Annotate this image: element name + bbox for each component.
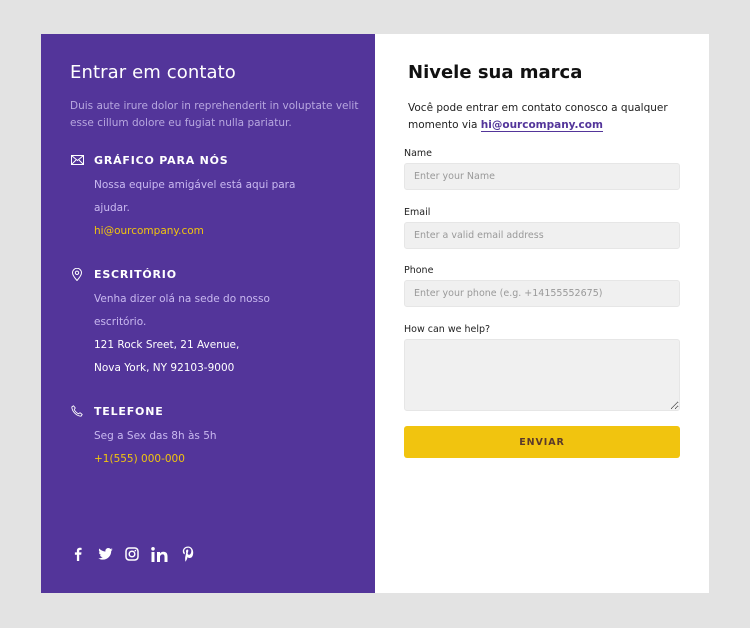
contact-form-panel: Nivele sua marca Você pode entrar em con…	[375, 34, 709, 593]
contact-panel-title: Entrar em contato	[70, 62, 236, 83]
form-title: Nivele sua marca	[408, 62, 583, 83]
section-email-text-2: ajudar.	[94, 202, 130, 214]
section-phone-hours: Seg a Sex das 8h às 5h	[94, 430, 217, 442]
form-intro-email-link[interactable]: hi@ourcompany.com	[480, 119, 603, 132]
phone-label: Phone	[404, 265, 434, 276]
contact-panel-intro: Duis aute irure dolor in reprehenderit i…	[70, 100, 359, 129]
twitter-icon[interactable]	[97, 546, 113, 562]
contact-phone-link[interactable]: +1(555) 000-000	[94, 448, 217, 471]
email-input[interactable]	[404, 222, 680, 249]
message-field-group: How can we help?	[404, 324, 680, 415]
section-email: GRÁFICO PARA NÓS Nossa equipe amigável e…	[70, 152, 295, 243]
section-office-text: Venha dizer olá na sede do nosso	[94, 293, 270, 305]
social-links	[70, 546, 196, 562]
message-textarea[interactable]	[404, 339, 680, 411]
facebook-icon[interactable]	[70, 546, 86, 562]
section-office-label: ESCRITÓRIO	[94, 267, 177, 281]
contact-card: Entrar em contato Duis aute irure dolor …	[41, 34, 709, 593]
instagram-icon[interactable]	[124, 546, 140, 562]
contact-info-panel: Entrar em contato Duis aute irure dolor …	[41, 34, 375, 593]
phone-icon	[70, 404, 84, 418]
section-phone: TELEFONE Seg a Sex das 8h às 5h +1(555) …	[70, 403, 217, 471]
office-address-line-1: 121 Rock Sreet, 21 Avenue,	[94, 339, 240, 351]
name-input[interactable]	[404, 163, 680, 190]
name-field-group: Name	[404, 148, 680, 190]
section-email-text: Nossa equipe amigável está aqui para	[94, 179, 296, 191]
email-field-group: Email	[404, 207, 680, 249]
section-email-label: GRÁFICO PARA NÓS	[94, 153, 229, 167]
message-label: How can we help?	[404, 324, 491, 335]
mail-icon	[70, 153, 84, 167]
email-label: Email	[404, 207, 431, 218]
office-address-line-2: Nova York, NY 92103-9000	[94, 362, 235, 374]
name-label: Name	[404, 148, 433, 159]
section-office: ESCRITÓRIO Venha dizer olá na sede do no…	[70, 266, 270, 380]
submit-button[interactable]: ENVIAR	[404, 426, 680, 458]
phone-field-group: Phone	[404, 265, 680, 307]
pinterest-icon[interactable]	[180, 546, 196, 562]
contact-email-link[interactable]: hi@ourcompany.com	[94, 220, 295, 243]
section-office-text-2: escritório.	[94, 316, 147, 328]
form-intro: Você pode entrar em contato conosco a qu…	[408, 100, 678, 134]
linkedin-icon[interactable]	[151, 546, 169, 562]
phone-input[interactable]	[404, 280, 680, 307]
section-phone-label: TELEFONE	[94, 404, 164, 418]
map-pin-icon	[70, 267, 84, 281]
